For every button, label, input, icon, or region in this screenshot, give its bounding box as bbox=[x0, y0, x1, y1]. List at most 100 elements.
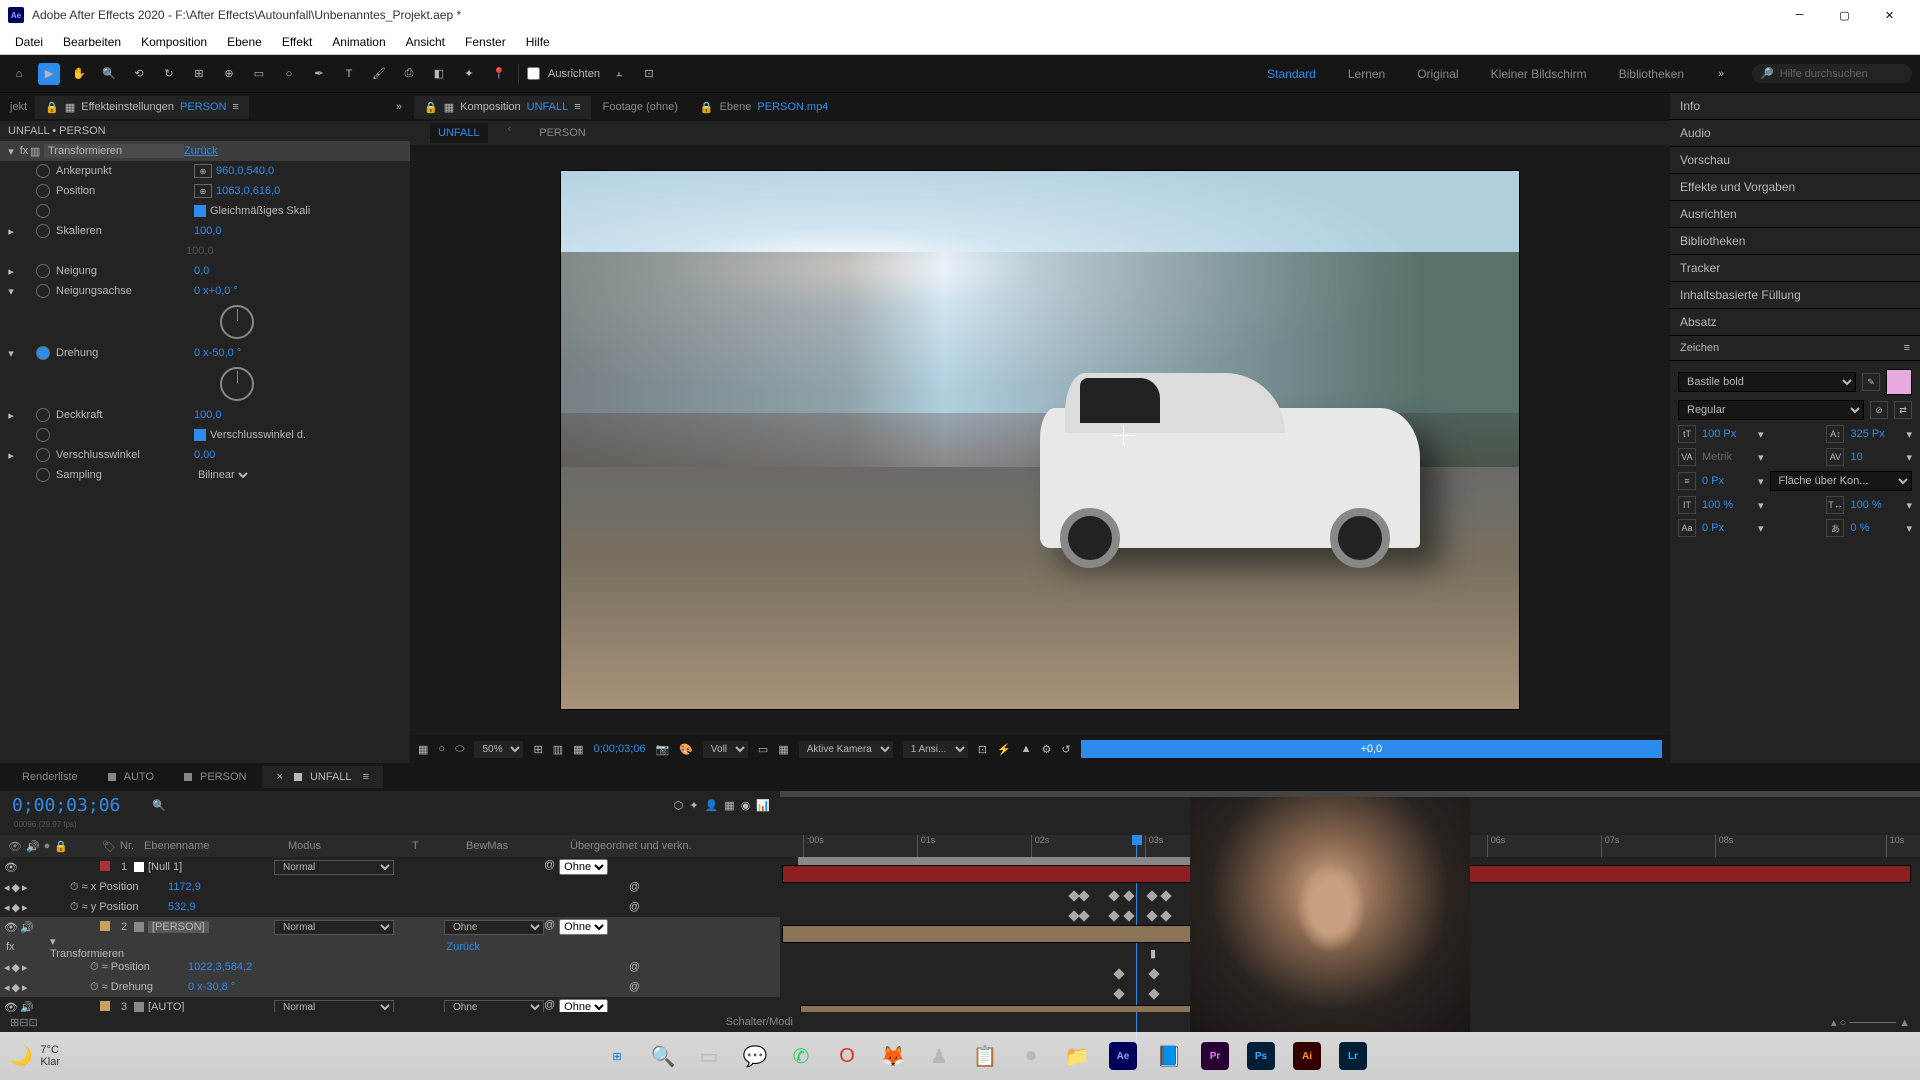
hand-tool[interactable]: ✋ bbox=[68, 63, 90, 85]
minimize-button[interactable]: ─ bbox=[1777, 0, 1822, 30]
app-icon[interactable]: ♟ bbox=[919, 1036, 959, 1076]
skew-value[interactable]: 0,0 bbox=[194, 265, 209, 277]
menu-file[interactable]: Datei bbox=[5, 32, 53, 52]
scale-value[interactable]: 100,0 bbox=[194, 225, 222, 237]
footage-tab[interactable]: Footage (ohne) bbox=[593, 96, 688, 118]
font-style-select[interactable]: Regular bbox=[1678, 400, 1864, 420]
solo-column-icon[interactable]: ● bbox=[44, 840, 51, 853]
dropdown-icon[interactable]: ▾ bbox=[1906, 499, 1912, 512]
workspace-standard[interactable]: Standard bbox=[1261, 65, 1322, 83]
snapshot-icon[interactable]: 📷 bbox=[656, 743, 670, 756]
panel-menu-icon[interactable]: ≡ bbox=[574, 101, 580, 113]
shutter-checkbox[interactable] bbox=[194, 429, 206, 441]
orbit-tool[interactable]: ⟲ bbox=[128, 63, 150, 85]
property-row[interactable]: ◂◆▸ ⏱ ≈ Position 1022,3,584,2 @ bbox=[0, 957, 780, 977]
illustrator-icon[interactable]: Ai bbox=[1287, 1036, 1327, 1076]
position-value[interactable]: 1063,0,616,0 bbox=[216, 185, 280, 197]
align-checkbox[interactable] bbox=[527, 67, 540, 80]
preview-panel-tab[interactable]: Vorschau bbox=[1670, 147, 1920, 174]
layer-row-auto[interactable]: 👁🔊 3 [AUTO] Normal Ohne @Ohne bbox=[0, 997, 780, 1012]
tracking-input[interactable]: 10 bbox=[1850, 451, 1900, 463]
rotation-tool[interactable]: ↻ bbox=[158, 63, 180, 85]
close-button[interactable]: ✕ bbox=[1867, 0, 1912, 30]
clone-tool[interactable]: ⎙ bbox=[398, 63, 420, 85]
anchor-value[interactable]: 960,0,540,0 bbox=[216, 165, 274, 177]
graph-editor-icon[interactable]: 📊 bbox=[756, 799, 770, 812]
video-column-icon[interactable]: 👁 bbox=[8, 840, 22, 853]
audio-column-icon[interactable]: 🔊 bbox=[26, 840, 40, 853]
layer-color-label[interactable] bbox=[100, 921, 110, 931]
property-row[interactable]: ◂◆▸ ⏱ ≈ Drehung 0 x-30,8 ° @ bbox=[0, 977, 780, 997]
project-tab-stub[interactable]: jekt bbox=[4, 101, 33, 113]
pickwhip-icon[interactable]: @ bbox=[544, 919, 555, 935]
playhead[interactable] bbox=[1132, 835, 1142, 845]
help-search[interactable]: 🔎 Hilfe durchsuchen bbox=[1752, 64, 1912, 83]
menu-edit[interactable]: Bearbeiten bbox=[53, 32, 131, 52]
anchor-stopwatch[interactable] bbox=[36, 164, 50, 178]
home-tool[interactable]: ⌂ bbox=[8, 63, 30, 85]
roto-tool[interactable]: ✦ bbox=[458, 63, 480, 85]
flowchart-icon[interactable]: ⚙ bbox=[1042, 743, 1052, 756]
subtab-person[interactable]: PERSON bbox=[531, 123, 593, 143]
audio-toggle-icon[interactable]: 🔊 bbox=[20, 1001, 34, 1013]
kerning-input[interactable]: Metrik bbox=[1702, 451, 1752, 463]
video-toggle-icon[interactable]: 👁 bbox=[4, 1001, 18, 1013]
layer-color-label[interactable] bbox=[100, 1001, 110, 1011]
effects-panel-tab[interactable]: Effekte und Vorgaben bbox=[1670, 174, 1920, 201]
dropdown-icon[interactable]: ▾ bbox=[1758, 499, 1764, 512]
trkmat-select[interactable]: Ohne bbox=[444, 1000, 544, 1013]
shy-icon[interactable]: 👤 bbox=[705, 799, 719, 812]
next-key-icon[interactable]: ▸ bbox=[22, 901, 28, 914]
opera-icon[interactable]: O bbox=[827, 1036, 867, 1076]
panel-menu-icon[interactable]: ≡ bbox=[232, 101, 238, 113]
baseline-input[interactable]: 0 Px bbox=[1702, 522, 1752, 534]
viewer-timecode[interactable]: 0;00;03;06 bbox=[594, 743, 646, 755]
pickwhip-icon[interactable]: @ bbox=[629, 981, 640, 993]
rectangle-tool[interactable]: ▭ bbox=[248, 63, 270, 85]
reset-exposure-icon[interactable]: ↺ bbox=[1061, 743, 1070, 756]
renderqueue-tab[interactable]: Renderliste bbox=[8, 766, 92, 788]
dropdown-icon[interactable]: ▾ bbox=[1758, 522, 1764, 535]
next-key-icon[interactable]: ▸ bbox=[22, 981, 28, 994]
zoom-out-icon[interactable]: ▴ ○ ────── ▲ bbox=[1831, 1016, 1910, 1029]
skewaxis-stopwatch[interactable] bbox=[36, 284, 50, 298]
opacity-stopwatch[interactable] bbox=[36, 408, 50, 422]
trkmat-select[interactable]: Ohne bbox=[444, 920, 544, 935]
app-icon-2[interactable]: 📋 bbox=[965, 1036, 1005, 1076]
scale-stopwatch[interactable] bbox=[36, 224, 50, 238]
taskview-button[interactable]: ▭ bbox=[689, 1036, 729, 1076]
yposition-value[interactable]: 532,9 bbox=[160, 901, 196, 913]
timeline-tab-person[interactable]: PERSON bbox=[170, 766, 260, 788]
workspace-original[interactable]: Original bbox=[1411, 65, 1464, 83]
fx-enable-toggle[interactable]: fx bbox=[18, 145, 30, 157]
dropdown-icon[interactable]: ▾ bbox=[1758, 475, 1764, 488]
timeline-button-icon[interactable]: ▲ bbox=[1021, 743, 1032, 755]
frameblend-icon[interactable]: ▦ bbox=[724, 799, 734, 812]
blend-mode-select[interactable]: Normal bbox=[274, 1000, 394, 1013]
selection-tool[interactable]: ▶ bbox=[38, 63, 60, 85]
zoom-select[interactable]: 50% bbox=[474, 741, 523, 758]
property-row[interactable]: ◂◆▸ ⏱ ≈ y Position 532,9 @ bbox=[0, 897, 780, 917]
timeline-search[interactable]: 🔍 bbox=[152, 799, 166, 812]
audio-panel-tab[interactable]: Audio bbox=[1670, 120, 1920, 147]
dropdown-icon[interactable]: ▾ bbox=[1906, 428, 1912, 441]
shutter-twirl[interactable]: ▸ bbox=[4, 449, 18, 462]
camera-select[interactable]: Aktive Kamera bbox=[799, 741, 893, 758]
timeline-tab-auto[interactable]: AUTO bbox=[94, 766, 168, 788]
exposure-value[interactable]: +0,0 bbox=[1081, 740, 1662, 758]
nofill-icon[interactable]: ⊘ bbox=[1870, 401, 1888, 419]
eyedropper-icon[interactable]: ✎ bbox=[1862, 373, 1880, 391]
rotation-twirl[interactable]: ▾ bbox=[4, 347, 18, 360]
aftereffects-taskbar-icon[interactable]: Ae bbox=[1103, 1036, 1143, 1076]
lock-column-icon[interactable]: 🔒 bbox=[54, 840, 68, 853]
rotation-value[interactable]: 0 x-50,0 ° bbox=[194, 347, 241, 359]
skewaxis-dial[interactable] bbox=[220, 305, 254, 339]
opacity-value[interactable]: 100,0 bbox=[194, 409, 222, 421]
menu-composition[interactable]: Komposition bbox=[131, 32, 217, 52]
dropdown-icon[interactable]: ▾ bbox=[1758, 451, 1764, 464]
stopwatch-icon[interactable]: ⏱ bbox=[90, 981, 99, 993]
position-stopwatch[interactable] bbox=[36, 184, 50, 198]
character-panel-tab[interactable]: Zeichen≡ bbox=[1670, 336, 1920, 361]
draft3d-icon[interactable]: ✦ bbox=[689, 799, 698, 812]
mask-icon[interactable]: ⬭ bbox=[455, 743, 464, 756]
